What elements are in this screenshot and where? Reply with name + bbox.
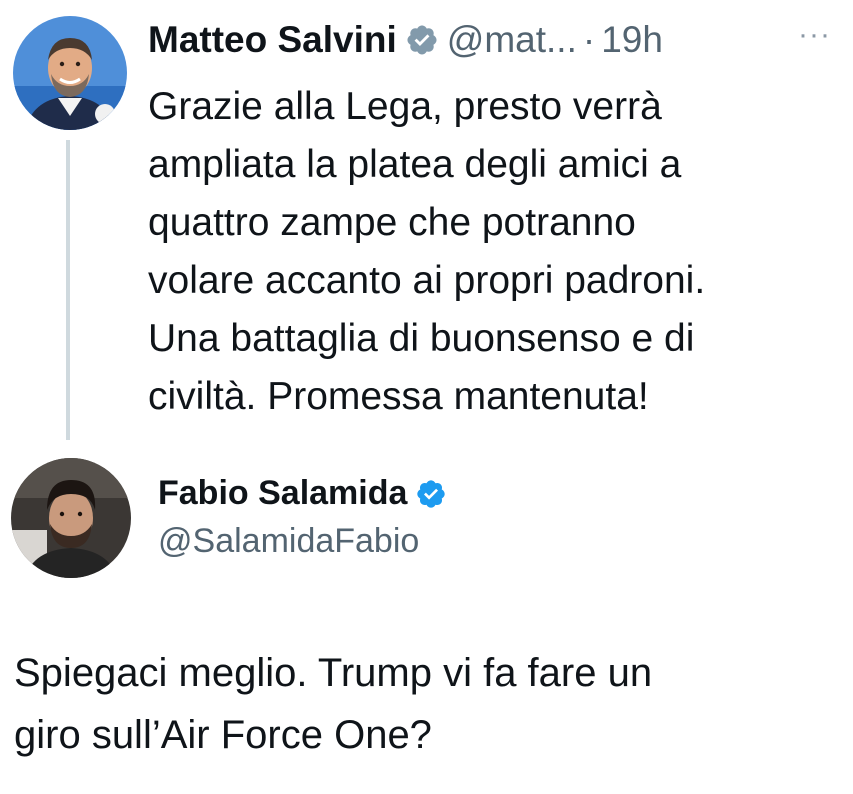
reply-line: Spiegaci meglio. Trump vi fa fare un <box>14 651 653 695</box>
tweet-line: Una battaglia di buonsenso e di <box>148 317 695 360</box>
salvini-avatar[interactable] <box>13 16 127 130</box>
tweet-line: civiltà. Promessa mantenuta! <box>148 375 649 418</box>
original-tweet-text: Grazie alla Lega, presto verrà ampliata l… <box>148 78 838 426</box>
tweet-line: ampliata la platea degli amici a <box>148 143 682 186</box>
tweet-line: quattro zampe che potranno <box>148 201 636 244</box>
author-name[interactable]: Matteo Salvini <box>148 19 397 61</box>
tweet-timestamp[interactable]: 19h <box>601 19 663 61</box>
tweet-line: Grazie alla Lega, presto verrà <box>148 85 662 128</box>
verified-badge-icon <box>415 478 447 510</box>
avatar-photo-icon <box>11 458 131 578</box>
reply-tweet-header: Fabio Salamida <box>158 474 455 513</box>
reply-author-handle[interactable]: @SalamidaFabio <box>158 522 419 561</box>
tweet-line: volare accanto ai propri padroni. <box>148 259 706 302</box>
salamida-avatar[interactable] <box>11 458 131 578</box>
avatar-photo-icon <box>13 16 127 130</box>
reply-line: giro sull’Air Force One? <box>14 713 432 757</box>
original-tweet-header: Matteo Salvini @mat... · 19h <box>148 12 663 68</box>
more-options-icon[interactable]: ··· <box>798 18 831 52</box>
reply-author-name[interactable]: Fabio Salamida <box>158 474 407 513</box>
reply-tweet-text: Spiegaci meglio. Trump vi fa fare un giro… <box>14 642 834 766</box>
verified-badge-icon <box>405 23 439 57</box>
thread-connector-line <box>66 140 70 440</box>
author-handle[interactable]: @mat... <box>447 19 577 61</box>
separator-dot: · <box>582 19 596 60</box>
